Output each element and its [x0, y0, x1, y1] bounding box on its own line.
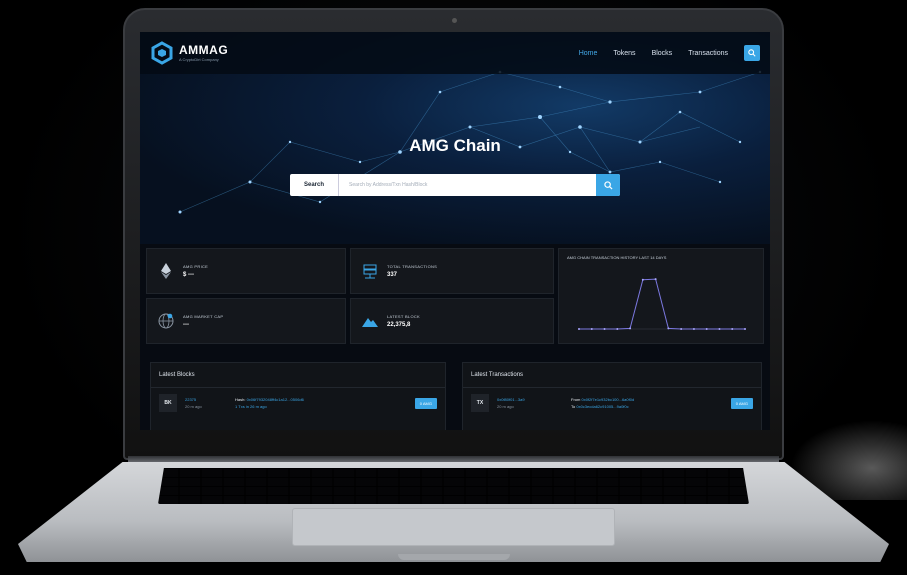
- search-label: Search: [290, 174, 340, 196]
- stats-section: AMG PRICE $ --- AMG MARKET CAP --- TOTAL…: [146, 248, 764, 346]
- brand-tagline: A CryptoDirt Company: [179, 57, 219, 62]
- chart-point: [654, 278, 657, 281]
- chart-point: [616, 328, 619, 330]
- chart-point: [641, 278, 644, 281]
- search-icon: [748, 49, 756, 57]
- nav-item-blocks[interactable]: Blocks: [652, 50, 673, 57]
- stat-latest-block: LATEST BLOCK 22,375,8: [350, 298, 554, 344]
- nav-item-transactions[interactable]: Transactions: [688, 50, 728, 57]
- nav-search-button[interactable]: [744, 45, 760, 61]
- block-badge: BK: [159, 394, 177, 412]
- stat-total-transactions: TOTAL TRANSACTIONS 337: [350, 248, 554, 294]
- chart-point: [692, 328, 695, 330]
- chart-plot: [578, 278, 746, 330]
- transaction-badge: TX: [471, 394, 489, 412]
- transaction-row: TX 0x0f80f01...3a9 20 m ago From 0x0f2f7…: [463, 388, 761, 418]
- scene: AMG Chain Search AMMAG A CryptoDirt Comp…: [0, 0, 907, 575]
- search-button[interactable]: [596, 174, 620, 196]
- block-amount-button[interactable]: 0 AMG: [414, 397, 437, 409]
- chart-point: [578, 328, 580, 330]
- nav-item-tokens[interactable]: Tokens: [613, 50, 635, 57]
- transaction-from-label: From: [571, 397, 581, 402]
- ethereum-icon: [161, 263, 171, 279]
- laptop-screen: AMG Chain Search AMMAG A CryptoDirt Comp…: [140, 32, 770, 430]
- globe-icon: [158, 313, 174, 329]
- chart-point: [718, 328, 721, 330]
- search-icon: [603, 180, 613, 190]
- laptop-keyboard: [158, 468, 749, 504]
- transaction-to-label: To: [571, 404, 576, 409]
- stat-latest-block-label: LATEST BLOCK: [387, 314, 421, 319]
- search-input[interactable]: [339, 182, 596, 188]
- block-hash-link[interactable]: 0x06f7932048ff4c1a12...0506d6: [247, 397, 304, 402]
- chart-point: [680, 328, 683, 330]
- nav-item-home[interactable]: Home: [579, 50, 598, 57]
- chart-point: [705, 328, 708, 330]
- stat-latest-block-value: 22,375,8: [387, 322, 411, 328]
- latest-blocks-panel: Latest Blocks BK 22375 20 m ago Hash: 0x…: [150, 362, 446, 430]
- transaction-hash-link[interactable]: 0x0f80f01...3a9: [497, 397, 563, 402]
- chart-point: [667, 327, 670, 330]
- page-title: AMG Chain: [409, 136, 501, 155]
- stat-price: AMG PRICE $ ---: [146, 248, 346, 294]
- server-icon: [363, 264, 377, 279]
- block-age: 20 m ago: [185, 404, 202, 409]
- chart-point: [731, 328, 734, 330]
- stat-market-cap-label: AMG MARKET CAP: [183, 314, 224, 319]
- block-txns[interactable]: 1 Txs in 26 m ago: [235, 404, 304, 409]
- latest-transactions-title: Latest Transactions: [463, 363, 761, 388]
- webcam: [452, 18, 457, 23]
- hexagon-logo-icon: [150, 41, 174, 65]
- latest-blocks-title: Latest Blocks: [151, 363, 445, 388]
- transaction-from-link[interactable]: 0x0f2f7e1c932bc100...6a0f0d: [581, 397, 634, 402]
- chart-point: [629, 327, 632, 330]
- mountain-icon: [362, 318, 378, 327]
- chart-point: [603, 328, 606, 330]
- top-nav: AMMAG A CryptoDirt Company Home Tokens B…: [140, 32, 770, 74]
- laptop-notch: [398, 554, 510, 560]
- laptop-trackpad: [292, 508, 615, 546]
- chart-point: [590, 328, 593, 330]
- transaction-amount-button[interactable]: 0 AMG: [730, 397, 753, 409]
- transaction-to-link[interactable]: 0x0c3ecda62c91005...9a0f0c: [576, 404, 628, 409]
- nav-links: Home Tokens Blocks Transactions: [579, 45, 760, 61]
- latest-transactions-panel: Latest Transactions TX 0x0f80f01...3a9 2…: [462, 362, 762, 430]
- logo[interactable]: AMMAG A CryptoDirt Company: [150, 41, 228, 65]
- block-row: BK 22375 20 m ago Hash: 0x06f7932048ff4c…: [151, 388, 445, 418]
- chart-series-line: [579, 278, 745, 330]
- block-number-link[interactable]: 22375: [185, 397, 227, 402]
- search-bar: Search: [290, 174, 620, 196]
- transaction-history-chart: AMG CHAIN TRANSACTION HISTORY LAST 14 DA…: [558, 248, 764, 344]
- stat-price-label: AMG PRICE: [183, 264, 209, 269]
- transaction-age: 20 m ago: [497, 404, 514, 409]
- block-hash-label: Hash:: [235, 397, 246, 402]
- stat-market-cap: AMG MARKET CAP ---: [146, 298, 346, 344]
- brand-name: AMMAG: [179, 43, 229, 57]
- chart-point: [744, 328, 746, 330]
- stat-price-value: $ ---: [183, 272, 194, 278]
- stat-total-transactions-value: 337: [387, 272, 398, 278]
- stat-total-transactions-label: TOTAL TRANSACTIONS: [387, 264, 438, 269]
- stat-market-cap-value: ---: [183, 322, 189, 328]
